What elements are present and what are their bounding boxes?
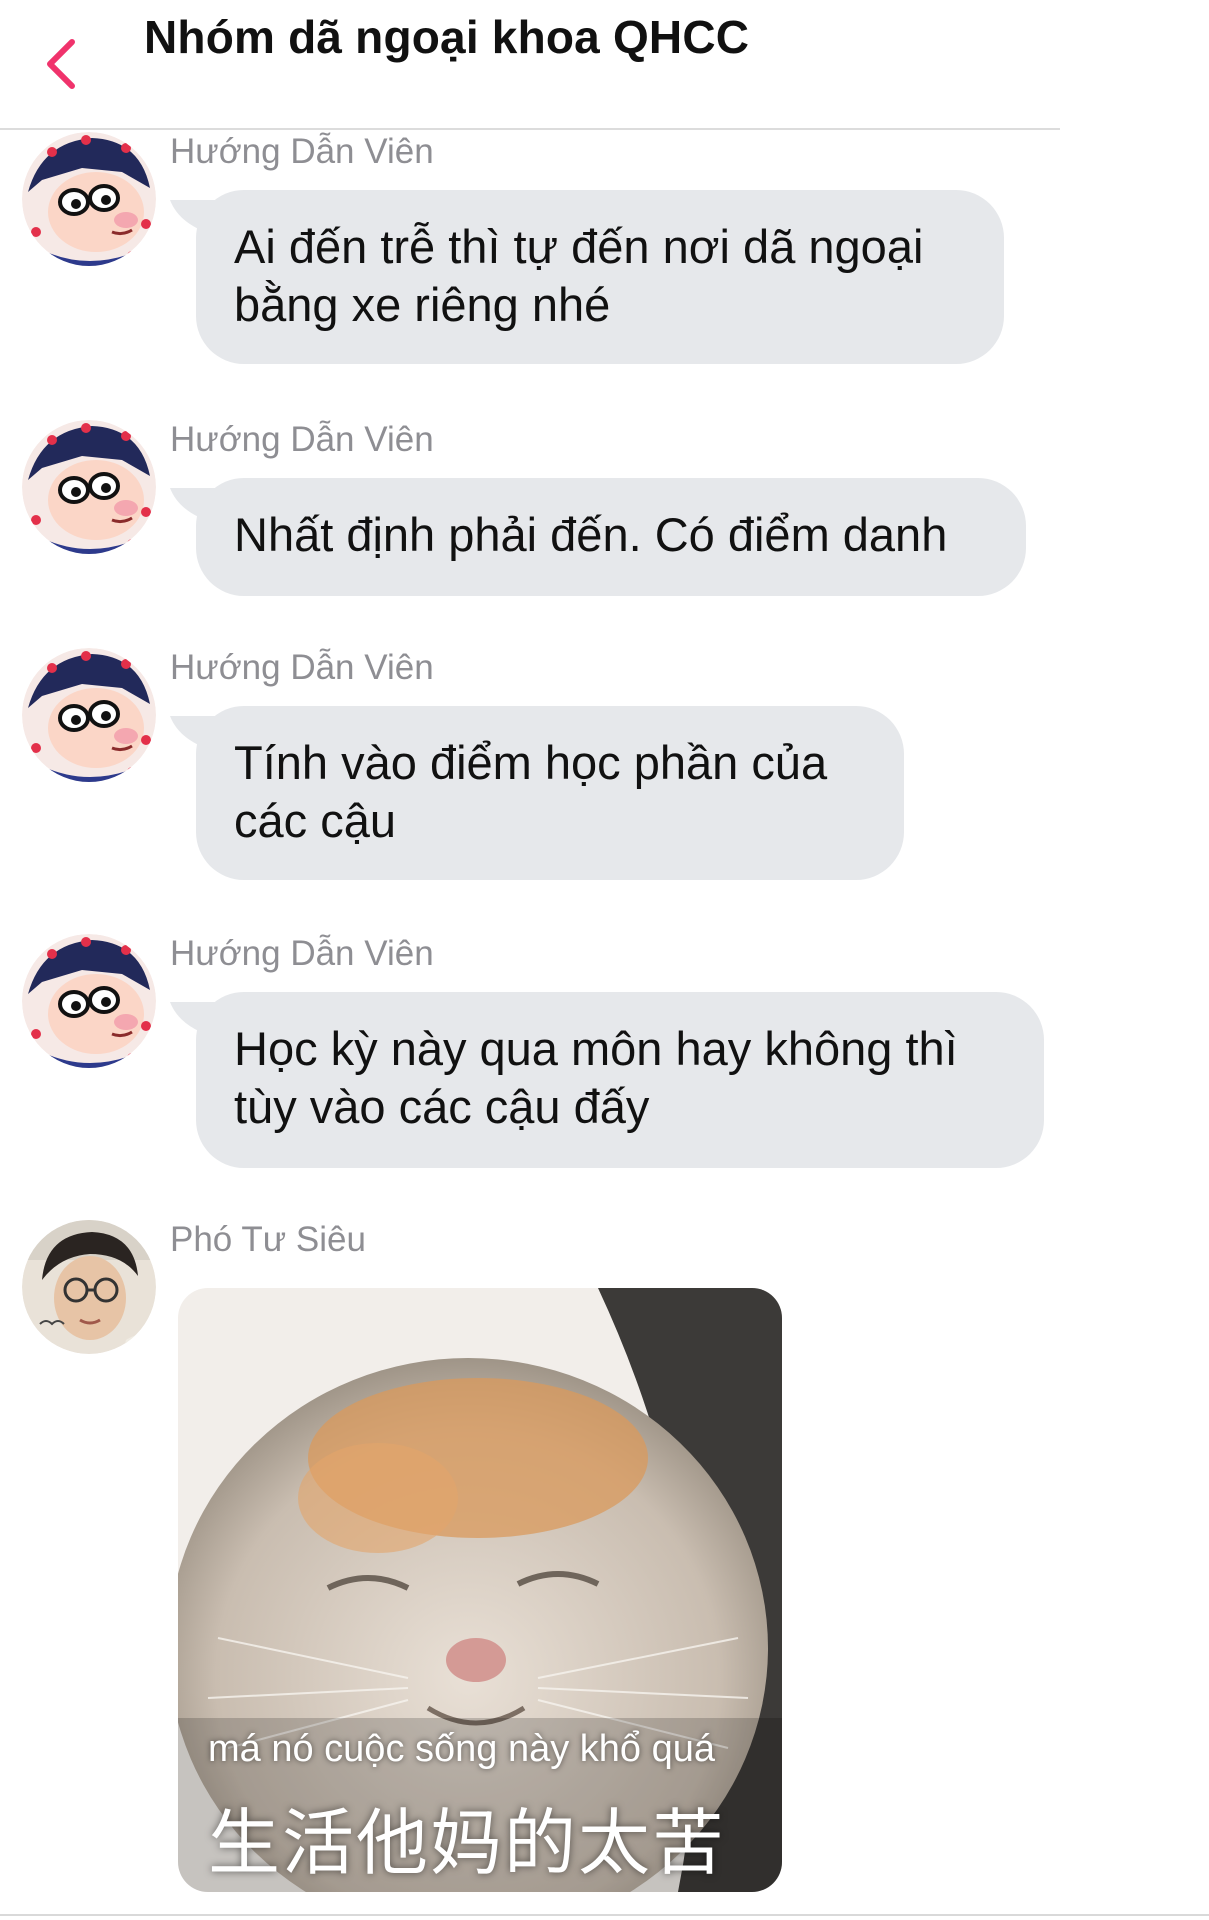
sender-name: Hướng Dẫn Viên <box>170 420 434 459</box>
sender-name: Phó Tư Siêu <box>170 1220 366 1259</box>
cartoon-boy-avatar-icon <box>22 132 156 266</box>
sender-avatar[interactable] <box>22 1220 156 1354</box>
message-bubble[interactable]: Tính vào điểm học phần của các cậu <box>196 706 904 880</box>
photo-person-avatar-icon <box>22 1220 156 1354</box>
sender-avatar[interactable] <box>22 934 156 1068</box>
chat-header: Nhóm dã ngoại khoa QHCC <box>0 0 1060 130</box>
sticker-caption: má nó cuộc sống này khổ quá <box>208 1728 716 1770</box>
back-button[interactable] <box>34 28 94 100</box>
sticker-caption-chinese: 生活他妈的太苦 <box>208 1804 727 1884</box>
message-bubble[interactable]: Nhất định phải đến. Có điểm danh <box>196 478 1026 596</box>
message-bubble[interactable]: Học kỳ này qua môn hay không thì tùy vào… <box>196 992 1044 1168</box>
cartoon-boy-avatar-icon <box>22 934 156 1068</box>
bottom-divider <box>0 1914 1209 1916</box>
chat-title[interactable]: Nhóm dã ngoại khoa QHCC <box>144 10 749 64</box>
sender-avatar[interactable] <box>22 132 156 266</box>
sender-name: Hướng Dẫn Viên <box>170 132 434 171</box>
message-bubble[interactable]: Ai đến trễ thì tự đến nơi dã ngoại bằng … <box>196 190 1004 364</box>
sender-name: Hướng Dẫn Viên <box>170 648 434 687</box>
sender-name: Hướng Dẫn Viên <box>170 934 434 973</box>
sender-avatar[interactable] <box>22 420 156 554</box>
sticker-image[interactable]: má nó cuộc sống này khổ quá 生活他妈的太苦 <box>178 1288 782 1892</box>
cartoon-boy-avatar-icon <box>22 420 156 554</box>
cartoon-boy-avatar-icon <box>22 648 156 782</box>
sender-avatar[interactable] <box>22 648 156 782</box>
chevron-left-icon <box>47 39 75 89</box>
